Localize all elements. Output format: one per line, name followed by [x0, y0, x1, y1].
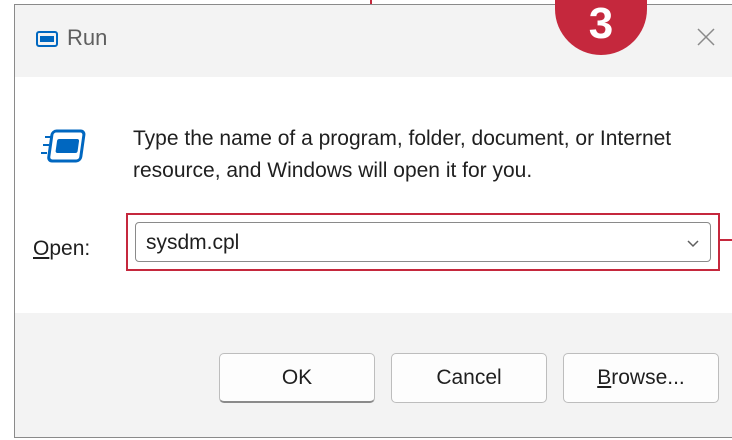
browse-label-text: rowse... — [611, 366, 685, 389]
open-input[interactable] — [146, 231, 646, 255]
close-icon[interactable] — [694, 25, 718, 49]
open-label-accelerator: O — [33, 237, 50, 260]
ok-button[interactable]: OK — [219, 353, 375, 403]
open-label-text: pen: — [49, 237, 91, 260]
dialog-description: Type the name of a program, folder, docu… — [133, 127, 672, 182]
run-app-icon — [36, 31, 58, 47]
button-bar: OK Cancel Browse... — [15, 313, 732, 437]
open-combobox[interactable] — [135, 222, 711, 262]
browse-button[interactable]: Browse... — [563, 353, 719, 403]
window-title: Run — [67, 25, 108, 50]
browse-accelerator: B — [597, 366, 612, 389]
cancel-button[interactable]: Cancel — [391, 353, 547, 403]
dialog-content: Type the name of a program, folder, docu… — [15, 77, 732, 313]
annotation-leader-line — [720, 239, 732, 241]
chevron-down-icon[interactable] — [686, 236, 700, 250]
run-program-icon — [41, 129, 86, 163]
open-label: Open: — [33, 237, 90, 261]
run-dialog: Run 3 Type the name of a program, folder… — [14, 0, 732, 438]
